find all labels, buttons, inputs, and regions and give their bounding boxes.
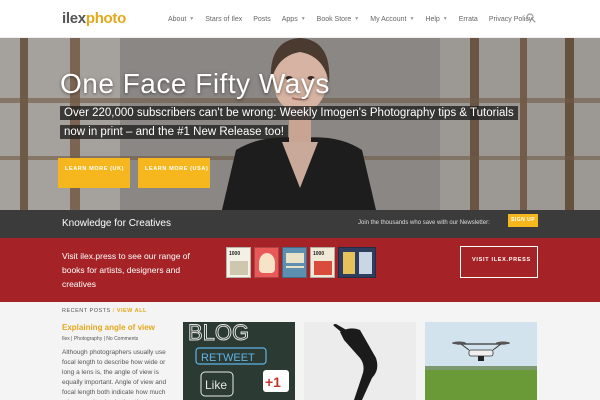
thumb-word-plus-one: +1: [265, 374, 281, 390]
thumb-word-retweet: RETWEET: [201, 352, 255, 364]
post-thumbnail-blog[interactable]: BLOG RETWEET Like +1: [183, 322, 295, 400]
nav-item-about[interactable]: About ▼: [168, 16, 194, 23]
view-all-link[interactable]: VIEW ALL: [117, 308, 147, 314]
legs-image: [304, 322, 416, 400]
hero-subtitle-text: Over 220,000 subscribers can't be wrong:…: [60, 106, 518, 139]
nav-item-posts[interactable]: Posts: [253, 16, 271, 23]
chevron-down-icon: ▼: [300, 16, 306, 22]
hero-banner: One Face Fifty Ways Over 220,000 subscri…: [0, 38, 600, 210]
book-cover[interactable]: 1000: [226, 247, 251, 278]
book-cover-title: 1000: [229, 251, 241, 257]
nav-item-help[interactable]: Help ▼: [425, 16, 447, 23]
post-title-link[interactable]: Explaining angle of view: [62, 323, 155, 332]
recent-posts-section: RECENT POSTS / VIEW ALL Explaining angle…: [0, 302, 600, 400]
recent-posts-header: RECENT POSTS / VIEW ALL: [62, 308, 147, 314]
hero-title: One Face Fifty Ways: [60, 68, 330, 99]
post-thumbnail-drone[interactable]: [425, 322, 537, 400]
nav-label: Stars of Ilex: [205, 15, 243, 23]
promo-text: Visit ilex.press to see our range of boo…: [62, 251, 190, 289]
blog-chalkboard-image: BLOG RETWEET Like +1: [183, 322, 295, 400]
nav-label: My Account: [370, 15, 407, 23]
book-covers: 1000 1000: [226, 247, 379, 278]
logo-part-photo: photo: [85, 10, 126, 27]
nav-label: Book Store: [316, 15, 352, 23]
separator: /: [112, 308, 115, 314]
hero-subtitle: Over 220,000 subscribers can't be wrong:…: [60, 104, 530, 142]
nav-item-apps[interactable]: Apps ▼: [282, 16, 306, 23]
recent-posts-label: RECENT POSTS: [62, 308, 111, 314]
promo-banner: Visit ilex.press to see our range of boo…: [0, 238, 600, 302]
drone-image: [425, 322, 537, 400]
learn-more-uk-button[interactable]: LEARN MORE (UK): [58, 158, 130, 188]
site-header: ilexphoto About ▼ Stars of Ilex Posts App…: [0, 0, 600, 38]
thumb-word-like: Like: [205, 378, 227, 392]
chevron-down-icon: ▼: [409, 16, 415, 22]
nav-item-book-store[interactable]: Book Store ▼: [317, 16, 360, 23]
visit-ilex-press-button[interactable]: VISIT ILEX.PRESS: [460, 246, 538, 278]
nav-label: About: [168, 15, 187, 23]
main-nav: About ▼ Stars of Ilex Posts Apps ▼ Book St…: [168, 0, 543, 38]
learn-more-usa-button[interactable]: LEARN MORE (USA): [138, 158, 210, 188]
chevron-down-icon: ▼: [354, 16, 360, 22]
nav-label: Errata: [458, 15, 478, 23]
post-thumbnail-legs[interactable]: [304, 322, 416, 400]
thumb-word-blog: BLOG: [188, 322, 249, 345]
logo-part-ilex: ilex: [62, 10, 86, 27]
chevron-down-icon: ▼: [189, 16, 195, 22]
post-excerpt: Although photographers usually use focal…: [62, 349, 167, 400]
book-cover-title: 1000: [313, 251, 325, 257]
nav-label: Help: [425, 15, 440, 23]
book-cover[interactable]: 1000: [310, 247, 335, 278]
book-cover[interactable]: [254, 247, 279, 278]
site-logo[interactable]: ilexphoto: [62, 10, 126, 27]
signup-button[interactable]: SIGN UP: [508, 214, 538, 227]
nav-label: Posts: [253, 15, 271, 23]
knowledge-bar: Knowledge for Creatives Join the thousan…: [0, 210, 600, 238]
book-cover[interactable]: [338, 247, 376, 278]
search-icon[interactable]: [526, 13, 536, 23]
nav-item-errata[interactable]: Errata: [459, 16, 478, 23]
nav-label: Apps: [281, 15, 298, 23]
book-cover[interactable]: [282, 247, 307, 278]
knowledge-title: Knowledge for Creatives: [62, 218, 171, 229]
nav-item-my-account[interactable]: My Account ▼: [370, 16, 414, 23]
post-meta: Ilex | Photography | No Comments: [62, 336, 139, 342]
newsletter-text: Join the thousands who save with our New…: [358, 220, 490, 226]
nav-item-stars-of-ilex[interactable]: Stars of Ilex: [205, 16, 242, 23]
chevron-down-icon: ▼: [442, 16, 448, 22]
